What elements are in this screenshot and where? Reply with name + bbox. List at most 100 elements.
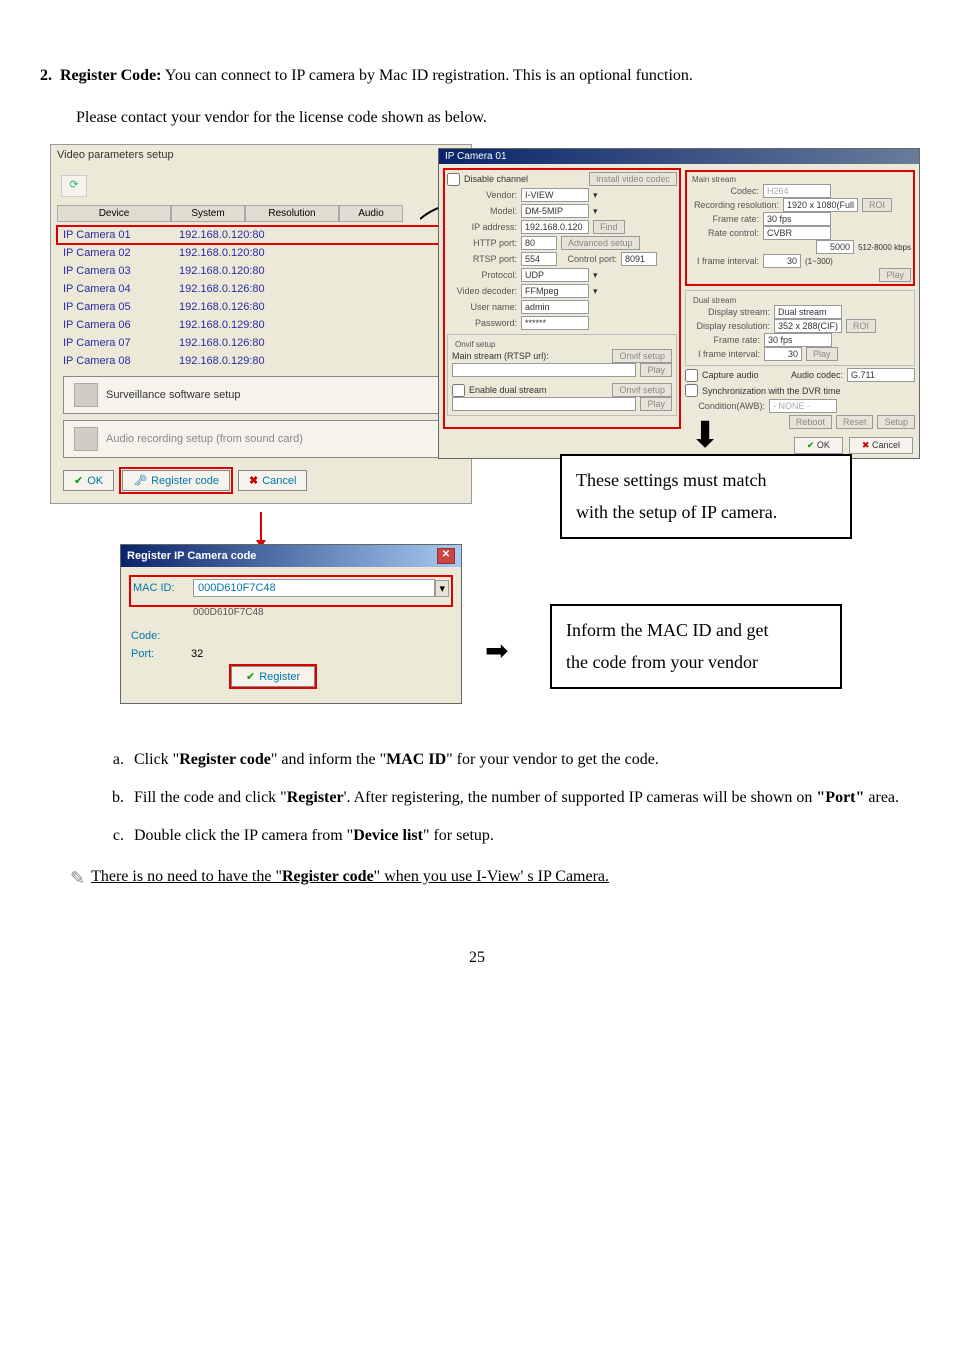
onvif-setup-button[interactable]: Onvif setup — [612, 349, 672, 363]
list-item[interactable]: IP Camera 02 192.168.0.120:80 — [57, 244, 465, 262]
header-device[interactable]: Device — [57, 205, 171, 222]
register-button[interactable]: ✔ Register — [231, 666, 315, 687]
ctrl-field[interactable]: 8091 — [621, 252, 657, 266]
camera-name: IP Camera 03 — [57, 263, 179, 279]
kbps-field[interactable]: 5000 — [816, 240, 854, 254]
chevron-down-icon[interactable]: ▾ — [593, 190, 598, 201]
ifr-field[interactable]: 30 — [763, 254, 801, 268]
vendor-field[interactable]: I-VIEW — [521, 188, 589, 202]
fps2-label: Frame rate: — [690, 335, 760, 345]
play-main-button[interactable]: Play — [879, 268, 911, 282]
cancel-button[interactable]: ✖ Cancel — [238, 470, 307, 491]
section-desc2: Please contact your vendor for the licen… — [76, 102, 914, 134]
ip-field[interactable]: 192.168.0.120 — [521, 220, 589, 234]
list-item[interactable]: IP Camera 08 192.168.0.129:80 — [57, 352, 465, 370]
http-field[interactable]: 80 — [521, 236, 557, 250]
roi-button[interactable]: ROI — [862, 198, 892, 212]
camera-list: IP Camera 01 192.168.0.120:80 IP Camera … — [57, 226, 465, 370]
model-field[interactable]: DM-5MIP — [521, 204, 589, 218]
roi-button-2[interactable]: ROI — [846, 319, 876, 333]
camera-addr: 192.168.0.126:80 — [179, 335, 339, 351]
pass-field[interactable]: ****** — [521, 316, 589, 330]
play-button[interactable]: Play — [640, 363, 672, 377]
speaker-icon — [74, 427, 98, 451]
macid-field[interactable]: 000D610F7C48 — [193, 579, 435, 597]
fps2-field[interactable]: 30 fps — [764, 333, 832, 347]
play-dual-button[interactable]: Play — [806, 347, 838, 361]
list-item[interactable]: IP Camera 07 192.168.0.126:80 — [57, 334, 465, 352]
refresh-icon[interactable]: ⟳ — [61, 175, 87, 197]
note-row: ✎ There is no need to have the "Register… — [70, 868, 914, 889]
rate-field[interactable]: CVBR — [763, 226, 831, 240]
chevron-down-icon[interactable]: ▾ — [593, 270, 598, 281]
surveillance-setup-button[interactable]: Surveillance software setup — [63, 376, 459, 414]
list-item[interactable]: IP Camera 03 192.168.0.120:80 — [57, 262, 465, 280]
audio-codec-field[interactable]: G.711 — [847, 368, 915, 382]
onvif-fieldset-title: Onvif setup — [452, 340, 498, 349]
reset-button[interactable]: Reset — [836, 415, 874, 429]
list-item[interactable]: IP Camera 05 192.168.0.126:80 — [57, 298, 465, 316]
dispres-field[interactable]: 352 x 288(CIF) — [774, 319, 842, 333]
audio-label: Audio recording setup (from sound card) — [106, 433, 303, 445]
column-headers: Device System Resolution Audio — [57, 201, 465, 226]
x-icon: ✖ — [862, 440, 870, 450]
ctrl-label: Control port: — [561, 254, 617, 264]
onvif-setup-button-2[interactable]: Onvif setup — [612, 383, 672, 397]
cond-field[interactable]: - NONE - — [769, 399, 837, 413]
chevron-down-icon[interactable]: ▾ — [593, 206, 598, 217]
pass-label: Password: — [447, 318, 517, 328]
port-value: 32 — [191, 648, 203, 660]
camera-name: IP Camera 08 — [57, 353, 179, 369]
annot-line: These settings must match — [576, 464, 836, 496]
dualstream-fieldset-title: Dual stream — [690, 296, 739, 305]
http-label: HTTP port: — [447, 238, 517, 248]
codec-label: Codec: — [689, 186, 759, 196]
recres-label: Recording resolution: — [689, 200, 779, 210]
codec-field[interactable]: H264 — [763, 184, 831, 198]
advanced-setup-button[interactable]: Advanced setup — [561, 236, 640, 250]
chevron-down-icon[interactable]: ▾ — [435, 580, 449, 597]
ok-button[interactable]: ✔ OK — [63, 470, 114, 491]
find-button[interactable]: Find — [593, 220, 625, 234]
list-item[interactable]: IP Camera 01 192.168.0.120:80 — [57, 226, 465, 244]
ifr-label: I frame interval: — [689, 256, 759, 266]
chevron-down-icon[interactable]: ▾ — [593, 286, 598, 297]
register-code-button[interactable]: 🗝 Register code — [122, 470, 230, 491]
rtsp-field[interactable]: 554 — [521, 252, 557, 266]
setup-button[interactable]: Setup — [877, 415, 915, 429]
header-audio[interactable]: Audio — [339, 205, 403, 222]
rtsp-url-field[interactable] — [452, 363, 636, 377]
user-label: User name: — [447, 302, 517, 312]
section-number: 2. — [40, 67, 52, 84]
disable-channel-checkbox[interactable] — [447, 173, 460, 186]
capture-audio-checkbox[interactable] — [685, 369, 698, 382]
audio-recording-button[interactable]: Audio recording setup (from sound card) — [63, 420, 459, 458]
fps-field[interactable]: 30 fps — [763, 212, 831, 226]
camera-addr: 192.168.0.126:80 — [179, 299, 339, 315]
header-system[interactable]: System — [171, 205, 245, 222]
disp-field[interactable]: Dual stream — [774, 305, 842, 319]
dual-url-field[interactable] — [452, 397, 636, 411]
play-button-2[interactable]: Play — [640, 397, 672, 411]
vdec-label: Video decoder: — [447, 286, 517, 296]
ifr2-field[interactable]: 30 — [764, 347, 802, 361]
list-item[interactable]: IP Camera 04 192.168.0.126:80 — [57, 280, 465, 298]
install-codec-button[interactable]: Install video codec — [589, 172, 677, 186]
ipc-ok-button[interactable]: ✔ OK — [794, 437, 843, 454]
camera-name: IP Camera 02 — [57, 245, 179, 261]
sync-checkbox[interactable] — [685, 384, 698, 397]
enable-dual-checkbox[interactable] — [452, 384, 465, 397]
camera-addr: 192.168.0.120:80 — [179, 263, 339, 279]
audio-codec-label: Audio codec: — [791, 370, 843, 380]
recres-field[interactable]: 1920 x 1080(Full — [783, 198, 858, 212]
ipc-cancel-button[interactable]: ✖ Cancel — [849, 437, 913, 454]
surveillance-label: Surveillance software setup — [106, 389, 241, 401]
reboot-button[interactable]: Reboot — [789, 415, 832, 429]
header-resolution[interactable]: Resolution — [245, 205, 339, 222]
proto-field[interactable]: UDP — [521, 268, 589, 282]
close-icon[interactable]: ✕ — [437, 548, 455, 564]
list-item[interactable]: IP Camera 06 192.168.0.129:80 — [57, 316, 465, 334]
vdec-field[interactable]: FFMpeg — [521, 284, 589, 298]
camera-name: IP Camera 07 — [57, 335, 179, 351]
user-field[interactable]: admin — [521, 300, 589, 314]
